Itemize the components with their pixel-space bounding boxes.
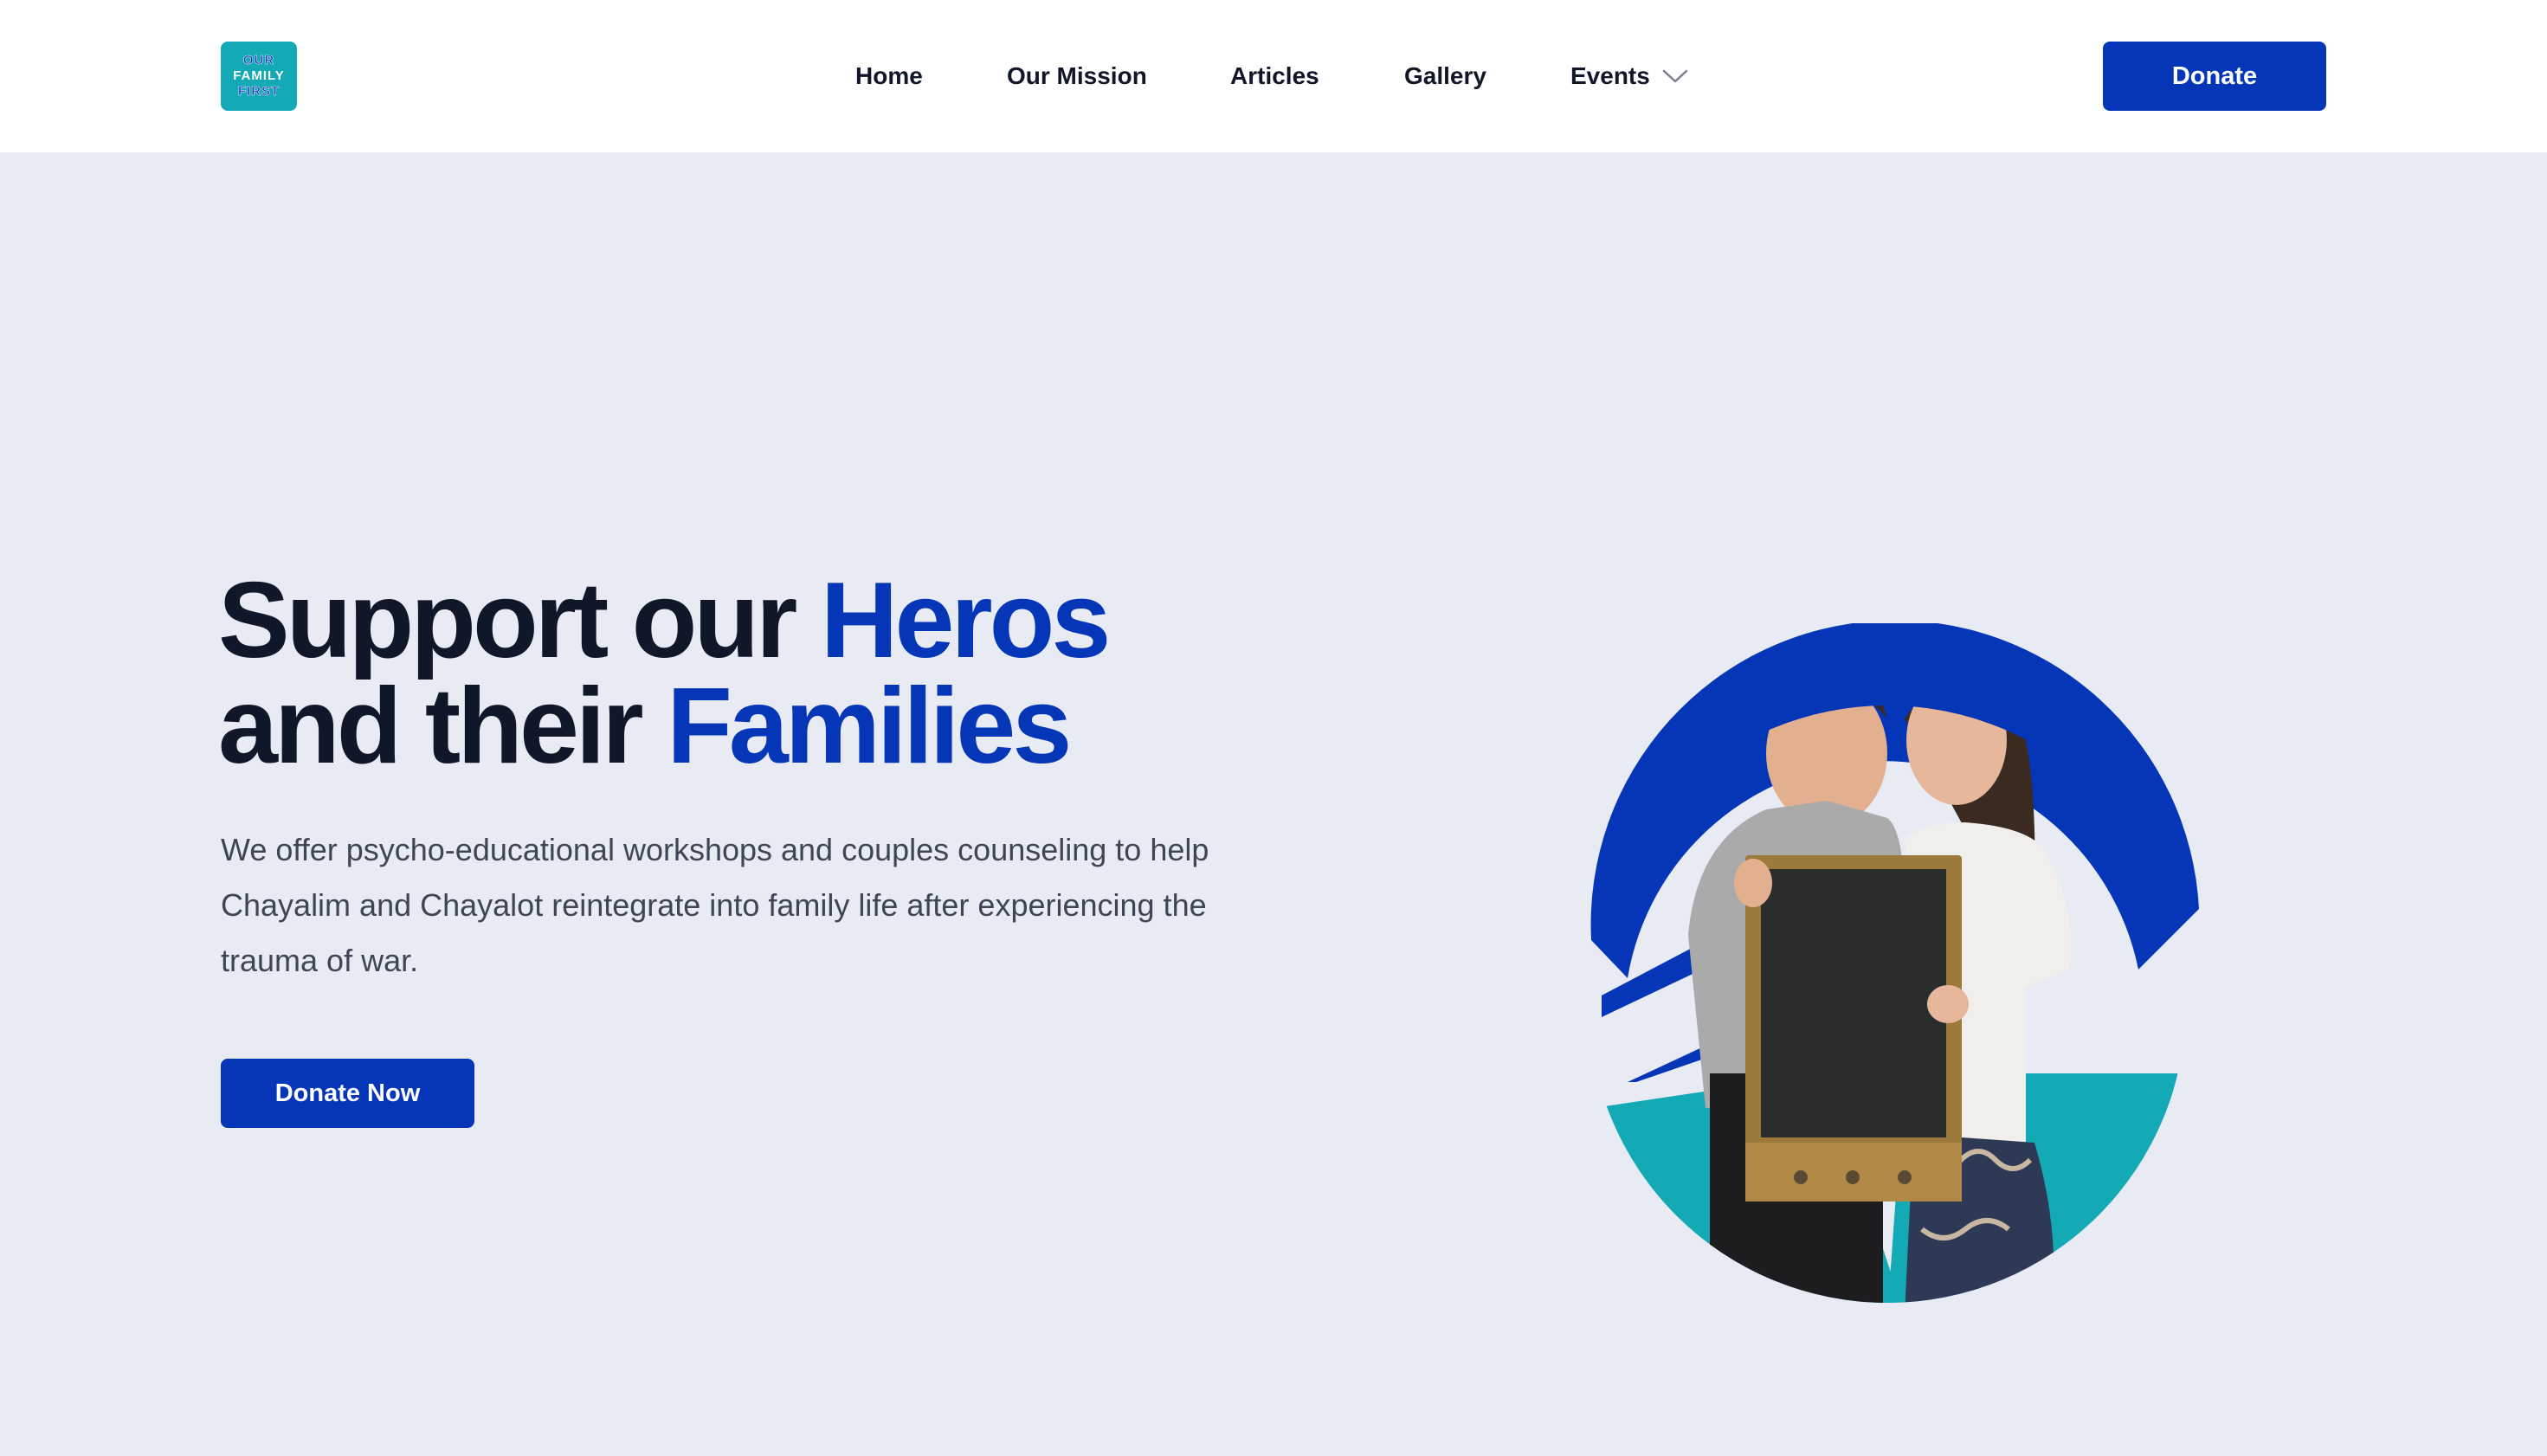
hero-title-part-2: and their bbox=[218, 667, 667, 786]
hero-description: We offer psycho-educational workshops an… bbox=[221, 832, 1209, 978]
nav-home-link[interactable]: Home bbox=[855, 62, 923, 90]
chevron-down-icon bbox=[1662, 69, 1688, 83]
nav-events-dropdown[interactable]: Events bbox=[1570, 62, 1688, 90]
hero-title-part-1: Support our bbox=[218, 561, 821, 680]
nav-articles-link[interactable]: Articles bbox=[1230, 62, 1319, 90]
logo-line-2: FAMILY bbox=[233, 68, 285, 83]
nav-our-mission-link[interactable]: Our Mission bbox=[1007, 62, 1147, 90]
hero-title: Support our Heros and their Families bbox=[218, 567, 1111, 780]
site-logo[interactable]: OUR FAMILY FIRST bbox=[221, 42, 297, 111]
donate-now-button[interactable]: Donate Now bbox=[221, 1059, 474, 1128]
logo-line-1: OUR bbox=[242, 53, 275, 68]
nav-events-label: Events bbox=[1570, 62, 1650, 89]
hero-title-accent-1: Heros bbox=[820, 561, 1111, 680]
hero-title-accent-2: Families bbox=[667, 667, 1072, 786]
donate-button[interactable]: Donate bbox=[2103, 42, 2326, 111]
nav-gallery-link[interactable]: Gallery bbox=[1404, 62, 1486, 90]
couple-photo-icon bbox=[1590, 623, 2199, 1303]
logo-line-3: FIRST bbox=[237, 84, 280, 100]
top-navbar: OUR FAMILY FIRST Home Our Mission Articl… bbox=[0, 0, 2547, 152]
